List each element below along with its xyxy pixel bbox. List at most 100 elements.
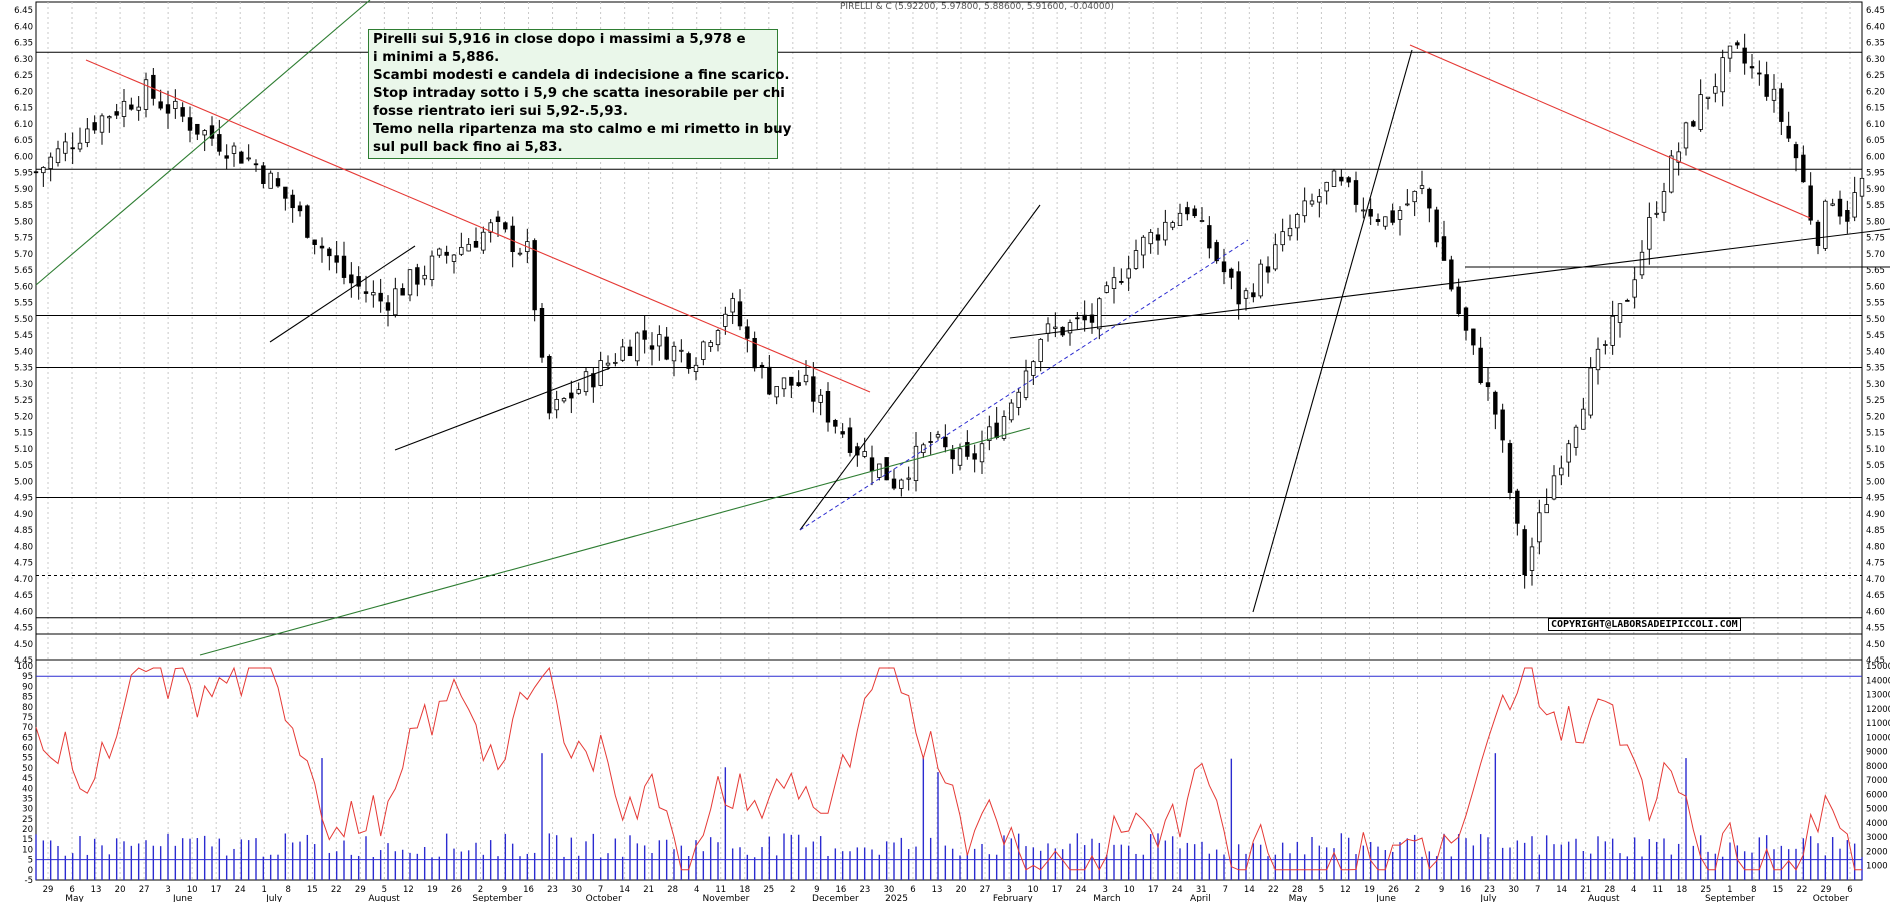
osc-y-tick-left: 30 (22, 805, 33, 815)
osc-y-tick-left: 25 (22, 815, 33, 825)
y-tick-left: 4.90 (14, 510, 33, 520)
candle-body (1515, 490, 1520, 524)
candle-body (136, 106, 141, 111)
y-tick-right: 5.55 (1866, 299, 1885, 309)
candle-body (686, 353, 691, 369)
candle-body (701, 341, 706, 360)
candle-body (1779, 88, 1784, 122)
candle-body (459, 246, 464, 255)
candle-body (1434, 209, 1439, 243)
candle-body (1133, 250, 1139, 269)
x-tick-month: December (812, 894, 859, 902)
x-tick-day: 24 (1172, 885, 1183, 895)
candle-body (657, 334, 662, 347)
x-tick-month: August (368, 894, 400, 902)
candle-body (1713, 86, 1718, 94)
candle-body (1705, 96, 1711, 99)
candle-body (1485, 382, 1491, 388)
candle-body (1309, 200, 1315, 205)
candle-body (723, 313, 728, 327)
candle-body (1698, 94, 1703, 130)
y-tick-left: 5.45 (14, 331, 33, 341)
y-tick-right: 6.40 (1866, 22, 1885, 32)
candle-body (246, 157, 251, 160)
y-tick-left: 5.90 (14, 185, 33, 195)
x-tick-day: 18 (1676, 885, 1687, 895)
candle-body (517, 252, 523, 255)
candle-body (429, 255, 435, 280)
x-tick-month: April (1190, 894, 1211, 902)
osc-y-tick-right: 3000 (1866, 833, 1888, 843)
candle-body (481, 231, 486, 251)
x-tick-day: 14 (1556, 885, 1567, 895)
y-tick-left: 6.25 (14, 71, 33, 81)
candle-body (1192, 208, 1197, 217)
osc-y-tick-left: 80 (22, 703, 33, 713)
candle-body (803, 374, 809, 383)
x-tick-day: 13 (91, 885, 102, 895)
candle-body (613, 361, 618, 364)
candle-body (187, 117, 193, 131)
candle-body (1163, 221, 1168, 241)
candle-body (825, 391, 831, 423)
y-tick-right: 5.90 (1866, 185, 1885, 195)
y-tick-left: 5.40 (14, 347, 33, 357)
y-tick-right: 5.40 (1866, 347, 1885, 357)
candle-body (1683, 122, 1689, 149)
candle-body (437, 248, 442, 256)
y-tick-right: 4.70 (1866, 575, 1885, 585)
x-tick-day: 17 (1052, 885, 1063, 895)
osc-y-tick-left: 15 (22, 835, 33, 845)
candle-body (862, 451, 867, 457)
candle-body (1170, 222, 1175, 228)
y-tick-right: 5.80 (1866, 217, 1885, 227)
candle-body (1808, 185, 1813, 221)
x-tick-day: 15 (1773, 885, 1784, 895)
y-tick-left: 6.35 (14, 39, 33, 49)
candle-body (1346, 177, 1351, 183)
y-tick-right: 6.15 (1866, 104, 1885, 114)
candle-body (1368, 208, 1373, 217)
x-tick-month: July (265, 894, 283, 902)
candle-body (774, 386, 779, 398)
x-tick-day: 21 (643, 885, 654, 895)
candle-body (693, 364, 699, 373)
x-tick-day: 15 (307, 885, 318, 895)
x-tick-month: February (993, 894, 1034, 902)
volume-bars (35, 753, 1863, 880)
candle-body (928, 441, 933, 443)
candle-body (591, 373, 596, 388)
osc-y-tick-left: 20 (22, 825, 33, 835)
candle-body (796, 382, 801, 387)
y-tick-left: 4.95 (14, 494, 33, 504)
candle-body (1603, 344, 1608, 346)
y-tick-right: 4.65 (1866, 591, 1885, 601)
x-tick-day: 23 (547, 885, 558, 895)
candle-body (407, 269, 413, 296)
candle-body (371, 292, 376, 296)
candle-body (840, 431, 845, 435)
candle-body (41, 167, 46, 174)
x-tick-day: 24 (1076, 885, 1087, 895)
candle-body (1243, 290, 1249, 299)
candle-body (1427, 188, 1432, 209)
candle-body (1331, 170, 1337, 187)
stock-chart: 29 6 13 20 27 3 10 17 24 1 8 15 22 29 5 12 19 26 2 9 16 23 30 7… (14, 0, 1890, 902)
osc-y-tick-left: -5 (25, 876, 33, 886)
candle-body (85, 128, 90, 143)
x-tick-day: 17 (1148, 885, 1159, 895)
candle-body (1449, 259, 1454, 290)
candle-body (33, 171, 39, 174)
candle-body (708, 342, 713, 347)
y-tick-right: 4.75 (1866, 559, 1885, 569)
candle-body (385, 302, 391, 311)
candle-body (679, 349, 684, 352)
candle-body (231, 145, 237, 154)
y-tick-right: 5.05 (1866, 461, 1885, 471)
candle-body (605, 362, 611, 366)
candle-body (1089, 314, 1095, 323)
y-tick-left: 4.65 (14, 591, 33, 601)
candle-body (268, 172, 273, 189)
candle-body (1830, 203, 1835, 206)
candle-body (767, 366, 772, 395)
